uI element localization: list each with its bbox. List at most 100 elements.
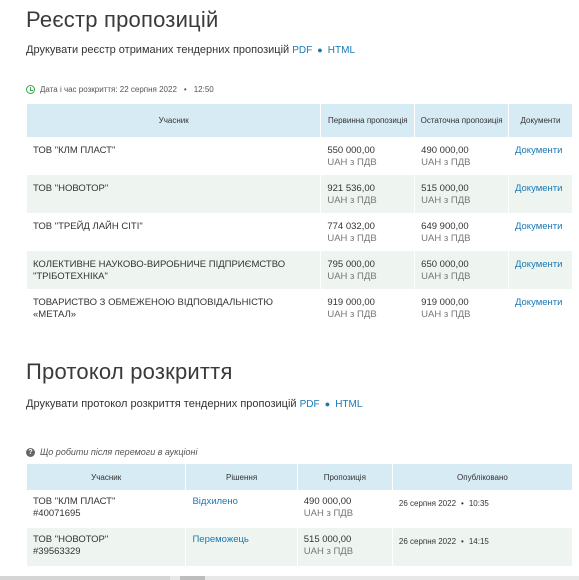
scrollbar-thumb[interactable] bbox=[180, 576, 205, 580]
currency-note: UAH з ПДВ bbox=[327, 195, 377, 206]
participant-cell: ТОВ "НОВОТОР" #39563329 bbox=[27, 528, 186, 566]
documents-cell: Документи bbox=[508, 175, 572, 213]
final-offer: 490 000,00 UAH з ПДВ bbox=[415, 137, 508, 175]
final-amount: 919 000,00 bbox=[421, 297, 469, 308]
currency-note: UAH з ПДВ bbox=[327, 233, 377, 244]
auction-help-link[interactable]: ? Що робити після перемоги в аукціоні bbox=[26, 447, 197, 457]
registry-html-link[interactable]: HTML bbox=[328, 45, 355, 56]
header-initial-offer: Первинна пропозиція bbox=[321, 104, 415, 137]
header-documents: Документи bbox=[508, 104, 572, 137]
datetime-label: Дата і час розкриття: 22 серпня 2022 bbox=[40, 85, 177, 94]
documents-cell: Документи bbox=[509, 137, 572, 175]
protocol-table: Учасник Рішення Пропозиція Опубліковано … bbox=[26, 464, 573, 566]
currency-note: UAH з ПДВ bbox=[327, 271, 377, 282]
published-date: 26 серпня 2022 bbox=[398, 537, 457, 546]
header-final-offer: Остаточна пропозиція bbox=[415, 104, 508, 137]
decision-link[interactable]: Відхилено bbox=[192, 496, 237, 507]
registry-print-text: Друкувати реєстр отриманих тендерних про… bbox=[26, 44, 290, 56]
offer-amount: 515 000,00 bbox=[303, 534, 352, 545]
currency-note: UAH з ПДВ bbox=[421, 233, 471, 244]
registry-table: Учасник Первинна пропозиція Остаточна пр… bbox=[26, 104, 573, 327]
table-row: ТОВ "НОВОТОР" 921 536,00 UAH з ПДВ 515 00… bbox=[27, 175, 572, 213]
currency-note: UAH з ПДВ bbox=[421, 309, 471, 320]
published-cell: 26 серпня 2022 • 14:15 bbox=[392, 528, 572, 566]
datetime-time: 12:50 bbox=[193, 85, 214, 94]
documents-link[interactable]: Документи bbox=[515, 183, 562, 194]
participant-name: ТОВ "КЛМ ПЛАСТ" bbox=[33, 496, 116, 507]
final-amount: 650 000,00 bbox=[421, 259, 469, 270]
offer-cell: 490 000,00 UAH з ПДВ bbox=[298, 490, 392, 528]
published-date: 26 серпня 2022 bbox=[398, 499, 457, 508]
decision-link[interactable]: Переможець bbox=[192, 534, 248, 545]
separator-dot: ● bbox=[317, 45, 323, 55]
table-row: ТОВ "НОВОТОР" #39563329 Переможець 515 00… bbox=[27, 528, 572, 566]
initial-offer: 550 000,00 UAH з ПДВ bbox=[321, 137, 414, 175]
table-row: ТОВ "КЛМ ПЛАСТ" 550 000,00 UAH з ПДВ 490 … bbox=[27, 137, 572, 175]
initial-amount: 919 000,00 bbox=[327, 297, 375, 308]
header-decision: Рішення bbox=[186, 464, 297, 490]
currency-note: UAH з ПДВ bbox=[303, 508, 354, 519]
header-offer: Пропозиція bbox=[297, 464, 392, 490]
initial-offer: 795 000,00 UAH з ПДВ bbox=[321, 251, 415, 289]
table-header-row: Учасник Рішення Пропозиція Опубліковано bbox=[27, 464, 572, 490]
opening-datetime: Дата і час розкриття: 22 серпня 2022 • 1… bbox=[26, 85, 214, 94]
registry-title: Реєстр пропозицій bbox=[26, 7, 219, 32]
published-time: 10:35 bbox=[468, 499, 489, 508]
datetime-separator: • bbox=[183, 85, 187, 94]
horizontal-scrollbar[interactable] bbox=[0, 576, 579, 580]
decision-cell: Відхилено bbox=[186, 490, 296, 528]
initial-amount: 921 536,00 bbox=[327, 183, 375, 194]
help-text[interactable]: Що робити після перемоги в аукціоні bbox=[40, 447, 197, 457]
protocol-print-line: Друкувати протокол розкриття тендерних п… bbox=[26, 398, 362, 410]
participant-name: ТОВ "НОВОТОР" bbox=[27, 175, 321, 213]
participant-name: ТОВ "НОВОТОР" bbox=[33, 534, 109, 545]
currency-note: UAH з ПДВ bbox=[327, 157, 377, 168]
initial-amount: 774 032,00 bbox=[327, 221, 375, 232]
participant-name: ТОВ "КЛМ ПЛАСТ" bbox=[33, 145, 116, 156]
participant-name: КОЛЕКТИВНЕ НАУКОВО-ВИРОБНИЧЕ ПІДПРИЄМСТВ… bbox=[27, 251, 321, 289]
documents-link[interactable]: Документи bbox=[515, 259, 562, 270]
participant-cell: ТОВ "КЛМ ПЛАСТ" #40071695 bbox=[27, 490, 185, 528]
initial-offer: 774 032,00 UAH з ПДВ bbox=[321, 213, 414, 251]
currency-note: UAH з ПДВ bbox=[303, 546, 354, 557]
published-time: 14:15 bbox=[468, 537, 489, 546]
participant-code: #39563329 bbox=[33, 546, 81, 557]
documents-link[interactable]: Документи bbox=[515, 145, 562, 156]
protocol-html-link[interactable]: HTML bbox=[335, 399, 362, 410]
participant-name: ТОВ "ТРЕЙД ЛАЙН СІТІ" bbox=[33, 221, 143, 232]
registry-print-line: Друкувати реєстр отриманих тендерних про… bbox=[26, 44, 355, 56]
initial-offer: 919 000,00 UAH з ПДВ bbox=[321, 289, 414, 327]
table-row: КОЛЕКТИВНЕ НАУКОВО-ВИРОБНИЧЕ ПІДПРИЄМСТВ… bbox=[27, 251, 572, 289]
published-cell: 26 серпня 2022 • 10:35 bbox=[393, 490, 572, 528]
participant-code: #40071695 bbox=[33, 508, 81, 519]
final-amount: 649 900,00 bbox=[421, 221, 469, 232]
table-header-row: Учасник Первинна пропозиція Остаточна пр… bbox=[27, 104, 572, 137]
initial-amount: 550 000,00 bbox=[327, 145, 375, 156]
final-offer: 650 000,00 UAH з ПДВ bbox=[415, 251, 508, 289]
documents-cell: Документи bbox=[509, 213, 572, 251]
currency-note: UAH з ПДВ bbox=[327, 309, 377, 320]
protocol-print-text: Друкувати протокол розкриття тендерних п… bbox=[26, 398, 297, 410]
documents-link[interactable]: Документи bbox=[515, 297, 562, 308]
documents-cell: Документи bbox=[508, 251, 572, 289]
decision-cell: Переможець bbox=[186, 528, 297, 566]
header-participant: Учасник bbox=[27, 104, 321, 137]
final-amount: 515 000,00 bbox=[421, 183, 469, 194]
question-icon: ? bbox=[26, 447, 35, 457]
protocol-title: Протокол розкриття bbox=[26, 359, 233, 384]
final-offer: 515 000,00 UAH з ПДВ bbox=[415, 175, 508, 213]
currency-note: UAH з ПДВ bbox=[421, 195, 471, 206]
documents-link[interactable]: Документи bbox=[515, 221, 562, 232]
protocol-pdf-link[interactable]: PDF bbox=[300, 399, 320, 410]
registry-pdf-link[interactable]: PDF bbox=[292, 45, 312, 56]
final-amount: 490 000,00 bbox=[421, 145, 469, 156]
scrollbar-track-segment bbox=[0, 576, 170, 580]
currency-note: UAH з ПДВ bbox=[421, 271, 471, 282]
header-published: Опубліковано bbox=[392, 464, 572, 490]
participant-name: ТОВАРИСТВО З ОБМЕЖЕНОЮ ВІДПОВІДАЛЬНІСТЮ … bbox=[33, 297, 274, 320]
offer-amount: 490 000,00 bbox=[303, 496, 352, 507]
currency-note: UAH з ПДВ bbox=[421, 157, 471, 168]
documents-cell: Документи bbox=[509, 289, 572, 327]
final-offer: 649 900,00 UAH з ПДВ bbox=[415, 213, 508, 251]
final-offer: 919 000,00 UAH з ПДВ bbox=[415, 289, 508, 327]
